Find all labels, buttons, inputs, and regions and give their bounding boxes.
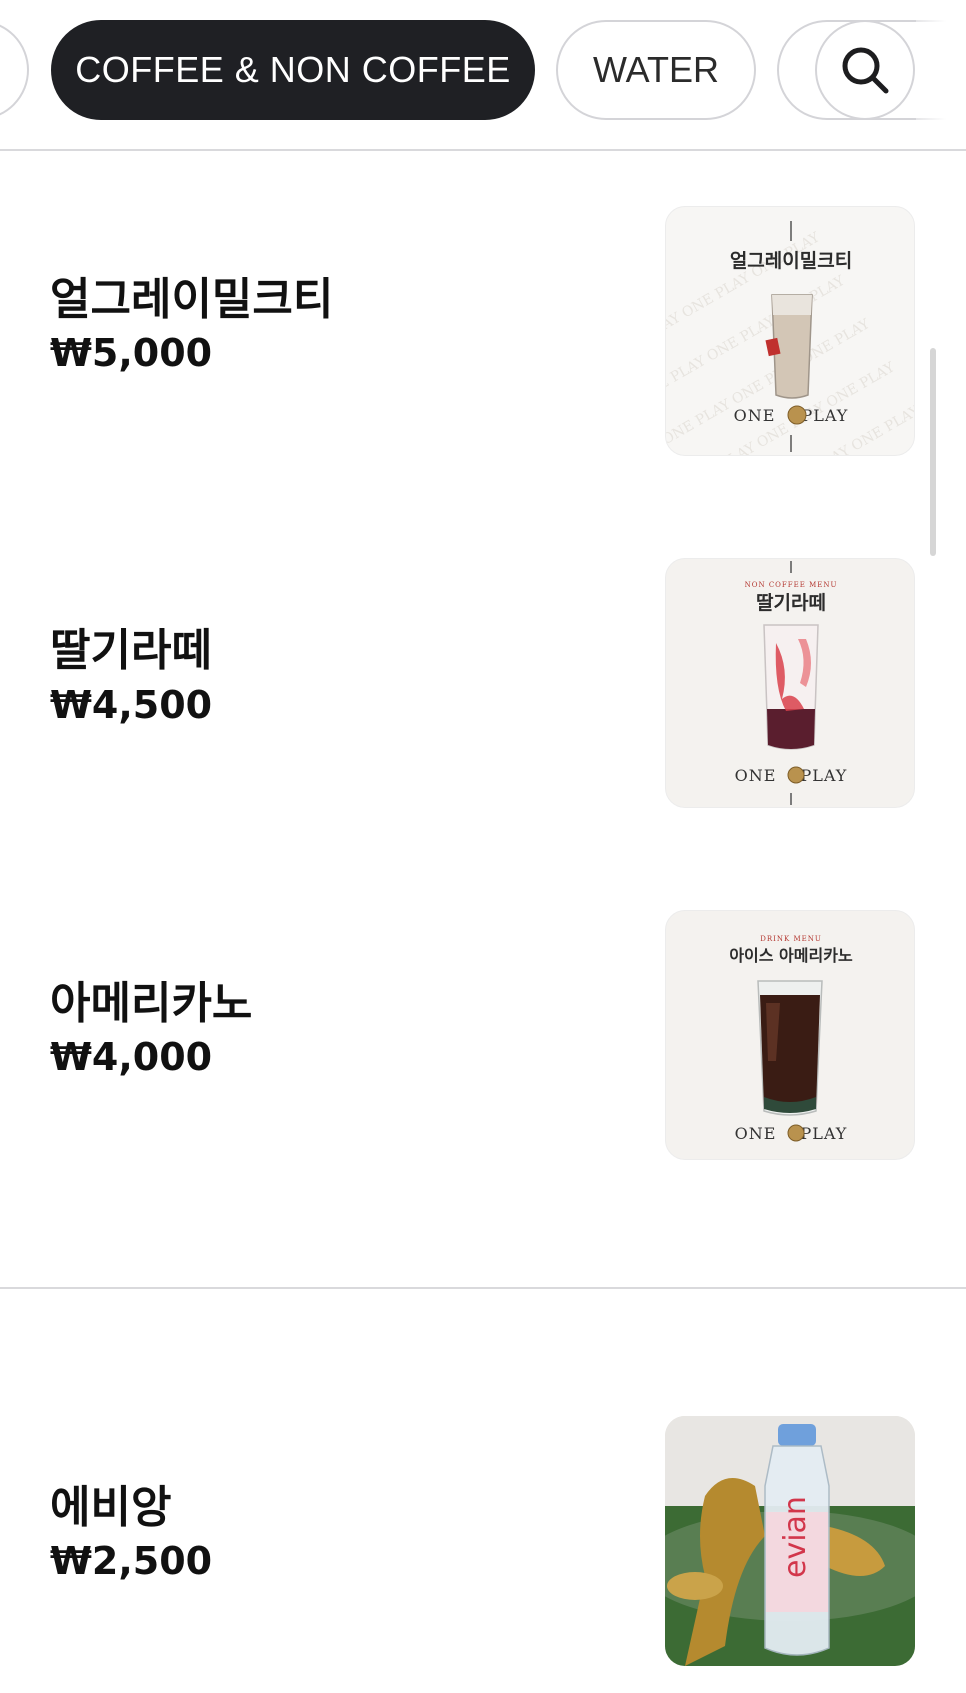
item-name: 아메리카노 xyxy=(50,978,253,1029)
section-divider xyxy=(0,1287,966,1289)
tab-water[interactable]: WATER xyxy=(556,20,756,120)
item-price: ₩4,000 xyxy=(50,1035,213,1079)
item-image[interactable]: NON COFFEE MENU 딸기라떼 ONE PLAY xyxy=(665,558,915,808)
item-price: ₩2,500 xyxy=(50,1539,213,1583)
svg-text:DRINK MENU: DRINK MENU xyxy=(760,935,822,943)
menu-item[interactable]: 딸기라떼 ₩4,500 NON COFFEE MENU 딸기라떼 ONE PLAY xyxy=(0,501,966,853)
menu-item[interactable]: 얼그레이밀크티 ₩5,000 ONE PLAY ONE PLAY ONE PLA… xyxy=(0,151,966,501)
tab-previous-category[interactable] xyxy=(0,20,29,120)
tab-bar-fade xyxy=(916,0,966,149)
svg-text:얼그레이밀크티: 얼그레이밀크티 xyxy=(730,250,852,272)
svg-text:딸기라떼: 딸기라떼 xyxy=(756,592,826,614)
menu-item[interactable]: 에비앙 ₩2,500 evian xyxy=(0,1291,966,1693)
category-tab-bar: COFFEE & NON COFFEE WATER xyxy=(0,0,966,151)
svg-text:evian: evian xyxy=(778,1496,813,1578)
item-image[interactable]: ONE PLAY ONE PLAY ONE PLAY ONE PLAY ONE … xyxy=(665,206,915,456)
item-price: ₩5,000 xyxy=(50,331,213,375)
item-name: 에비앙 xyxy=(50,1482,172,1533)
search-icon xyxy=(842,47,889,94)
item-name: 얼그레이밀크티 xyxy=(50,274,334,325)
svg-text:NON COFFEE MENU: NON COFFEE MENU xyxy=(745,581,838,589)
search-button[interactable] xyxy=(815,20,915,120)
item-image[interactable]: DRINK MENU 아이스 아메리카노 ONE PLAY xyxy=(665,910,915,1160)
svg-text:아이스 아메리카노: 아이스 아메리카노 xyxy=(729,946,853,965)
item-price: ₩4,500 xyxy=(50,683,213,727)
tab-coffee-non-coffee[interactable]: COFFEE & NON COFFEE xyxy=(51,20,535,120)
menu-item[interactable]: 아메리카노 ₩4,000 DRINK MENU 아이스 아메리카노 ONE PLA… xyxy=(0,853,966,1208)
item-name: 딸기라떼 xyxy=(50,625,212,676)
item-image[interactable]: evian xyxy=(665,1416,915,1666)
